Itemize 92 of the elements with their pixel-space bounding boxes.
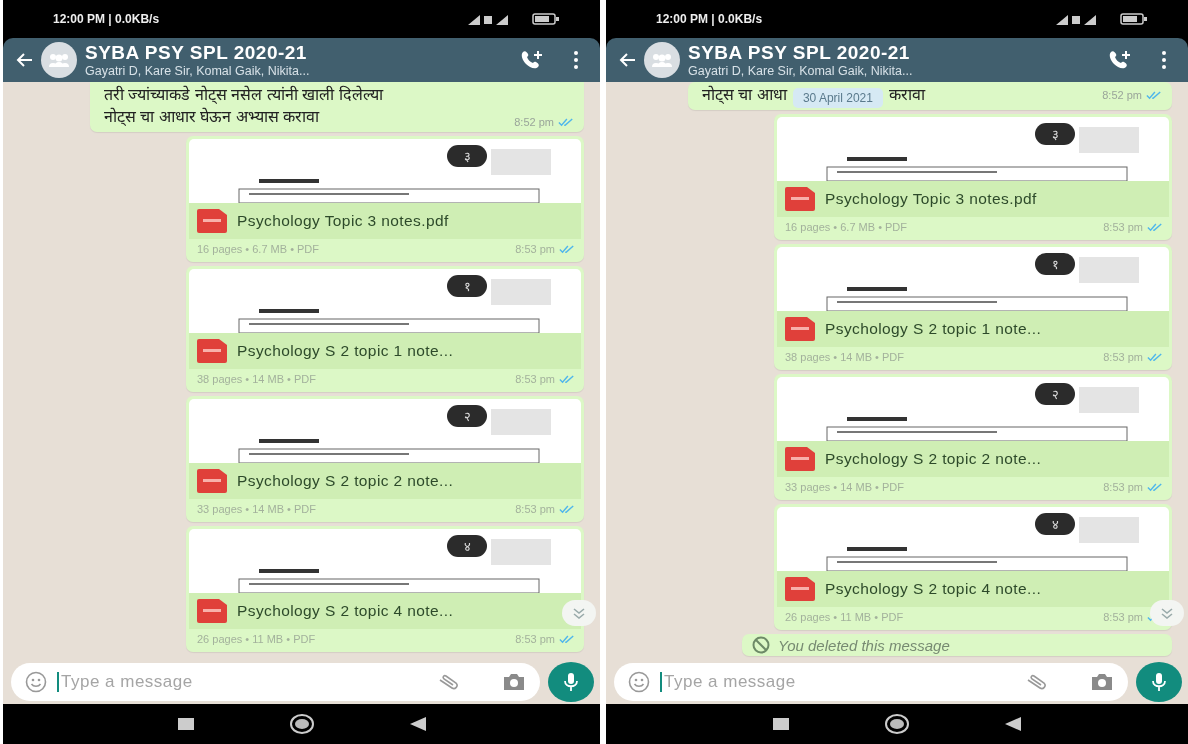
document-message[interactable]: २ Psychology S 2 topic 2 note... 33 pages • 14 MB • PDF 8:53 pm — [774, 374, 1172, 500]
double-chevron-down-icon — [1160, 607, 1174, 619]
document-name: Psychology S 2 topic 4 note... — [825, 580, 1042, 598]
status-text: 12:00 PM | 0.0KB/s — [53, 12, 160, 26]
page-number-badge: ४ — [1035, 513, 1075, 535]
home-icon[interactable] — [885, 714, 909, 734]
page-number-badge: ४ — [447, 535, 487, 557]
message-time: 8:52 pm — [1102, 89, 1142, 101]
battery-icon — [532, 13, 560, 25]
chat-title[interactable]: SYBA PSY SPL 2020-21 — [85, 42, 512, 64]
menu-icon[interactable] — [574, 51, 578, 69]
document-name: Psychology S 2 topic 1 note... — [237, 342, 454, 360]
message-time: 8:53 pm — [1103, 221, 1143, 233]
document-message[interactable]: २ Psychology S 2 topic 2 note... 33 pages • 14 MB • PDF 8:53 pm — [186, 396, 584, 522]
message-time: 8:53 pm — [1103, 611, 1143, 623]
microphone-button[interactable] — [1136, 662, 1182, 702]
pdf-file-icon — [197, 599, 227, 623]
pdf-file-icon — [785, 577, 815, 601]
group-avatar[interactable] — [41, 42, 77, 78]
camera-icon[interactable] — [502, 672, 526, 692]
back-icon[interactable] — [1005, 717, 1021, 731]
page-number-badge: १ — [447, 275, 487, 297]
message-time: 8:53 pm — [515, 243, 555, 255]
message-time: 8:53 pm — [515, 373, 555, 385]
chat-members: Gayatri D, Kare Sir, Komal Gaik, Nikita... — [85, 64, 311, 78]
message-time: 8:52 pm — [514, 116, 554, 128]
add-call-icon[interactable] — [520, 49, 544, 71]
pdf-file-icon — [197, 469, 227, 493]
message-text: करावा — [888, 85, 925, 105]
document-info: 38 pages • 14 MB • PDF — [785, 351, 904, 363]
microphone-icon — [564, 672, 578, 692]
group-silhouette-icon — [47, 53, 71, 67]
page-number-badge: ३ — [1035, 123, 1075, 145]
message-placeholder: Type a message — [57, 672, 428, 692]
pdf-file-icon — [785, 447, 815, 471]
pdf-file-icon — [785, 187, 815, 211]
message-time: 8:53 pm — [515, 503, 555, 515]
page-number-badge: २ — [1035, 383, 1075, 405]
deleted-message-text: You deleted this message — [778, 636, 950, 654]
status-text: 12:00 PM | 0.0KB/s — [656, 12, 763, 26]
document-info: 16 pages • 6.7 MB • PDF — [785, 221, 908, 233]
blocked-icon — [752, 636, 770, 654]
microphone-button[interactable] — [548, 662, 594, 702]
document-name: Psychology S 2 topic 2 note... — [237, 472, 454, 490]
document-name: Psychology Topic 3 notes.pdf — [825, 190, 1037, 208]
page-number-badge: २ — [447, 405, 487, 427]
message-placeholder: Type a message — [660, 672, 1016, 692]
document-info: 33 pages • 14 MB • PDF — [785, 481, 904, 493]
pdf-file-icon — [785, 317, 815, 341]
back-arrow-icon[interactable] — [618, 52, 636, 68]
group-silhouette-icon — [650, 53, 674, 67]
battery-icon — [1120, 13, 1148, 25]
document-info: 26 pages • 11 MB • PDF — [785, 611, 904, 623]
message-text: तरी ज्यांच्याकडे नोट्स नसेल त्यांनी खाली दिलेल्या — [104, 84, 385, 106]
camera-icon[interactable] — [1090, 672, 1114, 692]
page-number-badge: ३ — [447, 145, 487, 167]
back-arrow-icon[interactable] — [15, 52, 33, 68]
group-avatar[interactable] — [644, 42, 680, 78]
pdf-file-icon — [197, 209, 227, 233]
back-icon[interactable] — [409, 717, 426, 731]
document-info: 16 pages • 6.7 MB • PDF — [197, 243, 320, 255]
microphone-icon — [1152, 672, 1166, 692]
message-time: 8:53 pm — [1103, 481, 1143, 493]
document-name: Psychology Topic 3 notes.pdf — [237, 212, 449, 230]
document-message[interactable]: ३ Psychology Topic 3 notes.pdf 16 pages • 6.7 MB • PDF 8:53 pm — [774, 114, 1172, 240]
document-info: 26 pages • 11 MB • PDF — [197, 633, 316, 645]
message-text: नोट्स चा आधार घेऊन अभ्यास करावा — [104, 106, 320, 128]
document-info: 38 pages • 14 MB • PDF — [197, 373, 316, 385]
document-name: Psychology S 2 topic 1 note... — [825, 320, 1042, 338]
date-chip: 30 April 2021 — [792, 88, 883, 108]
document-message[interactable]: १ Psychology S 2 topic 1 note... 38 pages • 14 MB • PDF 8:53 pm — [774, 244, 1172, 370]
document-message[interactable]: ४ Psychology S 2 topic 4 note... 26 pages • 11 MB • PDF 8:53 pm — [774, 504, 1172, 630]
emoji-icon[interactable] — [25, 671, 47, 693]
document-name: Psychology S 2 topic 4 note... — [237, 602, 454, 620]
recents-icon[interactable] — [177, 718, 194, 730]
document-message[interactable]: ३ Psychology Topic 3 notes.pdf 16 pages • 6.7 MB • PDF 8:53 pm — [186, 136, 584, 262]
home-icon[interactable] — [289, 714, 314, 734]
message-text: नोट्स चा आधा — [702, 84, 787, 106]
menu-icon[interactable] — [1162, 51, 1166, 69]
message-time: 8:53 pm — [1103, 351, 1143, 363]
document-info: 33 pages • 14 MB • PDF — [197, 503, 316, 515]
pdf-file-icon — [197, 339, 227, 363]
double-chevron-down-icon — [572, 607, 586, 619]
chat-members: Gayatri D, Kare Sir, Komal Gaik, Nikita... — [688, 64, 914, 78]
document-name: Psychology S 2 topic 2 note... — [825, 450, 1042, 468]
page-number-badge: १ — [1035, 253, 1075, 275]
emoji-icon[interactable] — [628, 671, 650, 693]
document-message[interactable]: ४ Psychology S 2 topic 4 note... 26 pages • 11 MB • PDF 8:53 pm — [186, 526, 584, 652]
message-time: 8:53 pm — [515, 633, 555, 645]
add-call-icon[interactable] — [1108, 49, 1132, 71]
chat-title[interactable]: SYBA PSY SPL 2020-21 — [688, 42, 1100, 64]
document-message[interactable]: १ Psychology S 2 topic 1 note... 38 pages • 14 MB • PDF 8:53 pm — [186, 266, 584, 392]
